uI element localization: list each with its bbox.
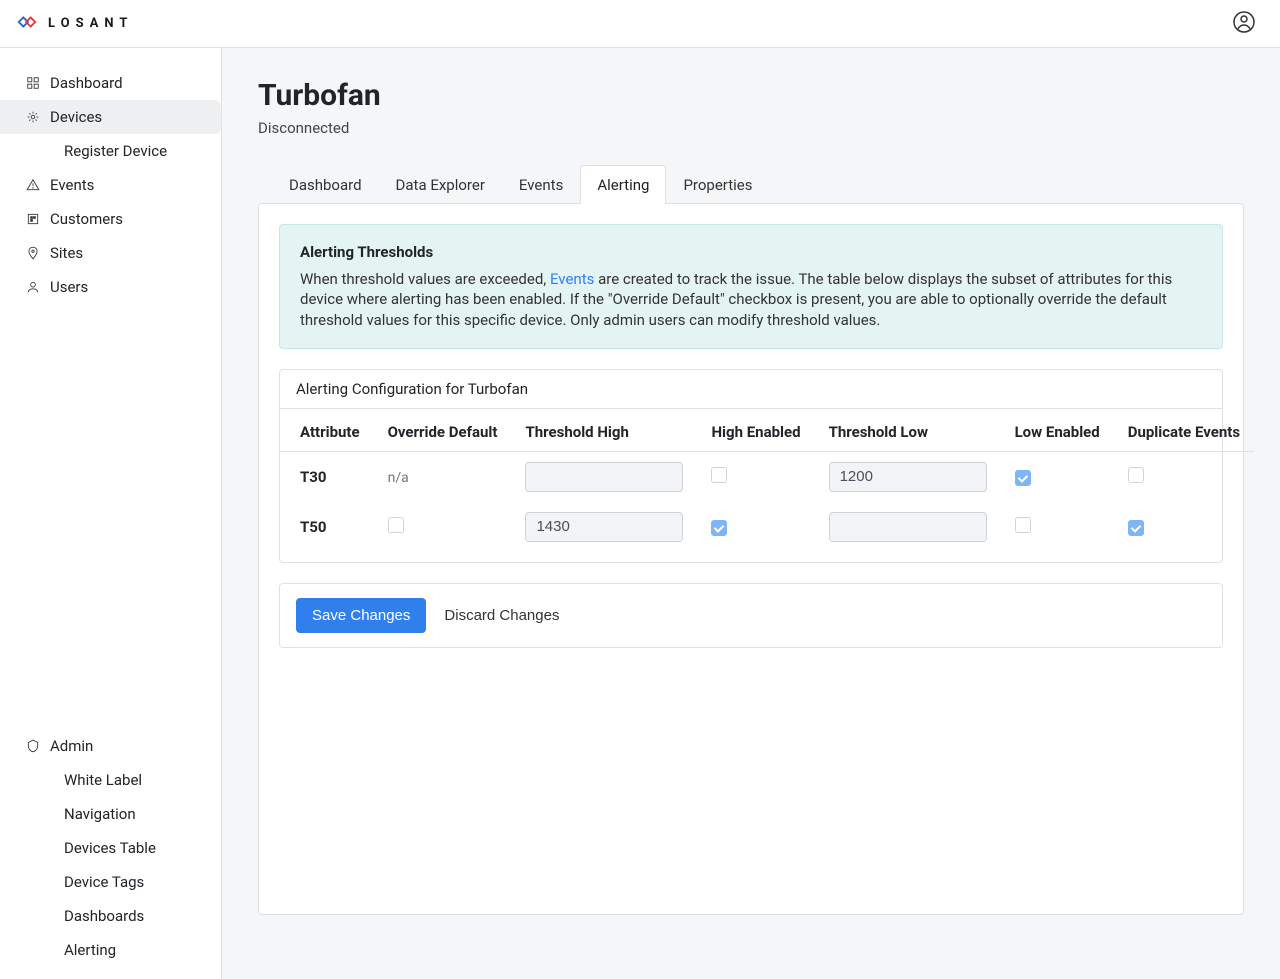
sidebar-sub-devices-table[interactable]: Devices Table xyxy=(0,831,221,865)
threshold-low-input[interactable] xyxy=(829,512,987,542)
sidebar-item-events[interactable]: Events xyxy=(0,168,221,202)
sidebar-sub-register-device[interactable]: Register Device xyxy=(0,134,221,168)
alerting-config-card: Alerting Configuration for Turbofan Attr… xyxy=(279,369,1223,563)
topbar: LOSANT xyxy=(0,0,1280,48)
info-text: When threshold values are exceeded, Even… xyxy=(300,269,1202,330)
sidebar: Dashboard Devices Register Device Events… xyxy=(0,48,222,979)
attr-name: T50 xyxy=(280,502,374,552)
dashboard-icon xyxy=(26,76,40,90)
sidebar-label: Users xyxy=(50,278,88,296)
override-na: n/a xyxy=(388,470,409,486)
alerting-panel: Alerting Thresholds When threshold value… xyxy=(258,203,1244,915)
low-enabled-checkbox[interactable] xyxy=(1015,517,1031,533)
sidebar-label: Dashboard xyxy=(50,74,123,92)
high-enabled-checkbox[interactable] xyxy=(711,467,727,483)
sidebar-sub-alerting[interactable]: Alerting xyxy=(0,933,221,967)
logo-icon xyxy=(16,11,38,37)
sidebar-item-dashboard[interactable]: Dashboard xyxy=(0,66,221,100)
high-enabled-checkbox[interactable] xyxy=(711,520,727,536)
sidebar-item-admin[interactable]: Admin xyxy=(0,729,221,763)
tab-data-explorer[interactable]: Data Explorer xyxy=(379,165,502,204)
sidebar-sub-device-tags[interactable]: Device Tags xyxy=(0,865,221,899)
sidebar-item-customers[interactable]: Customers xyxy=(0,202,221,236)
main-content: Turbofan Disconnected Dashboard Data Exp… xyxy=(222,48,1280,979)
col-override: Override Default xyxy=(374,409,512,452)
sites-icon xyxy=(26,246,40,260)
devices-icon xyxy=(26,110,40,124)
tab-alerting[interactable]: Alerting xyxy=(580,165,666,204)
duplicate-events-checkbox[interactable] xyxy=(1128,467,1144,483)
col-th-low: Threshold Low xyxy=(815,409,1001,452)
users-icon xyxy=(26,280,40,294)
sidebar-label: Admin xyxy=(50,737,93,755)
actions-card: Save Changes Discard Changes xyxy=(279,583,1223,648)
table-row: T50 xyxy=(280,502,1254,552)
events-link[interactable]: Events xyxy=(550,270,594,288)
threshold-low-input[interactable] xyxy=(829,462,987,492)
override-default-checkbox[interactable] xyxy=(388,517,404,533)
sidebar-label: Sites xyxy=(50,244,83,262)
sidebar-sub-navigation[interactable]: Navigation xyxy=(0,797,221,831)
customers-icon xyxy=(26,212,40,226)
brand-name: LOSANT xyxy=(48,16,133,31)
col-duplicate: Duplicate Events xyxy=(1114,409,1254,452)
tab-events[interactable]: Events xyxy=(502,165,580,204)
col-high-enabled: High Enabled xyxy=(697,409,814,452)
threshold-high-input[interactable] xyxy=(525,462,683,492)
card-title: Alerting Configuration for Turbofan xyxy=(280,370,1222,409)
sidebar-item-users[interactable]: Users xyxy=(0,270,221,304)
attr-name: T30 xyxy=(280,451,374,502)
col-low-enabled: Low Enabled xyxy=(1001,409,1114,452)
save-button[interactable]: Save Changes xyxy=(296,598,426,633)
col-attribute: Attribute xyxy=(280,409,374,452)
threshold-high-input[interactable] xyxy=(525,512,683,542)
sidebar-item-sites[interactable]: Sites xyxy=(0,236,221,270)
discard-button[interactable]: Discard Changes xyxy=(444,607,559,624)
user-avatar-icon[interactable] xyxy=(1232,10,1256,38)
table-row: T30 n/a xyxy=(280,451,1254,502)
sidebar-label: Events xyxy=(50,176,94,194)
alerting-info-box: Alerting Thresholds When threshold value… xyxy=(279,224,1223,349)
sidebar-sub-white-label[interactable]: White Label xyxy=(0,763,221,797)
brand-logo[interactable]: LOSANT xyxy=(16,11,133,37)
events-icon xyxy=(26,178,40,192)
admin-icon xyxy=(26,739,40,753)
low-enabled-checkbox[interactable] xyxy=(1015,470,1031,486)
duplicate-events-checkbox[interactable] xyxy=(1128,520,1144,536)
tab-properties[interactable]: Properties xyxy=(666,165,769,204)
sidebar-label: Customers xyxy=(50,210,123,228)
sidebar-label: Devices xyxy=(50,108,102,126)
page-status: Disconnected xyxy=(258,119,1244,137)
sidebar-item-devices[interactable]: Devices xyxy=(0,100,221,134)
info-title: Alerting Thresholds xyxy=(300,243,1202,261)
page-title: Turbofan xyxy=(258,78,1244,113)
tab-dashboard[interactable]: Dashboard xyxy=(272,165,379,204)
col-th-high: Threshold High xyxy=(511,409,697,452)
alerting-table: Attribute Override Default Threshold Hig… xyxy=(280,409,1254,552)
tabs: Dashboard Data Explorer Events Alerting … xyxy=(258,165,1244,204)
sidebar-sub-dashboards[interactable]: Dashboards xyxy=(0,899,221,933)
